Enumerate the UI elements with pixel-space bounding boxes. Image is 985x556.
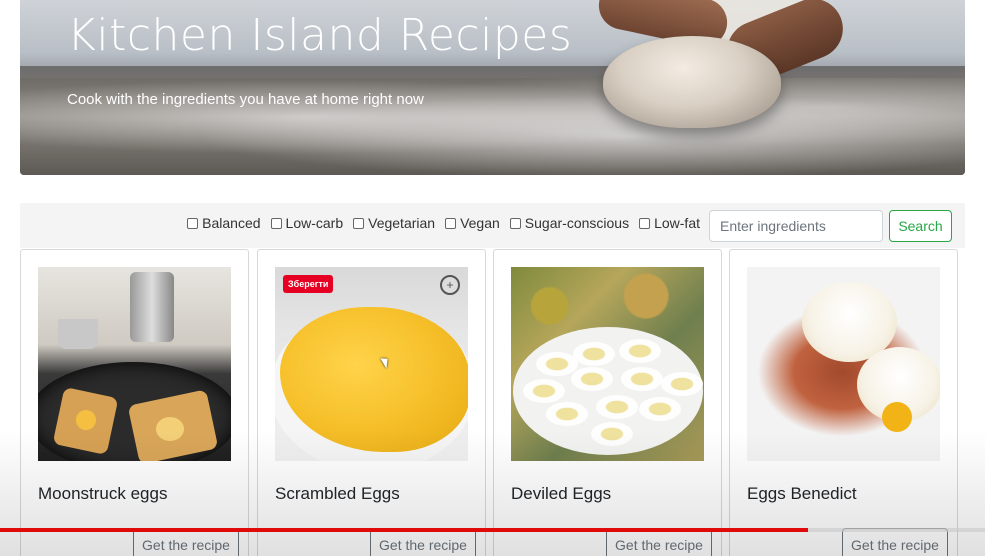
filter-label: Vegetarian (368, 215, 436, 231)
checkbox[interactable] (509, 217, 521, 229)
filter-label: Low-carb (285, 215, 344, 231)
filter-label: Sugar-conscious (524, 215, 630, 231)
filter-sugar-conscious[interactable]: Sugar-conscious (509, 215, 630, 231)
checkbox[interactable] (445, 217, 457, 229)
recipe-image[interactable] (511, 267, 704, 461)
hero-dough (603, 36, 781, 128)
pinterest-save-badge[interactable]: Зберегти (283, 275, 334, 293)
recipe-title: Scrambled Eggs (275, 484, 400, 503)
checkbox[interactable] (187, 217, 199, 229)
get-recipe-button[interactable]: Get the recipe (133, 528, 239, 556)
filter-balanced[interactable]: Balanced (187, 215, 261, 231)
recipe-title: Moonstruck eggs (38, 484, 168, 503)
get-recipe-button[interactable]: Get the recipe (370, 528, 476, 556)
page: { "hero": { "title": "Kitchen Island Rec… (0, 0, 985, 556)
filter-low-carb[interactable]: Low-carb (270, 215, 344, 231)
recipe-title: Deviled Eggs (511, 484, 612, 503)
recipe-card-scrambled-eggs: Зберегти + Scrambled Eggs Get the recipe (257, 249, 486, 556)
hero-title: Kitchen Island Recipes (67, 10, 573, 61)
filter-label: Low-fat (654, 215, 700, 231)
recipe-image[interactable] (747, 267, 940, 461)
video-progress-played (0, 528, 808, 532)
filter-low-fat[interactable]: Low-fat (639, 215, 700, 231)
search-button[interactable]: Search (889, 210, 952, 242)
recipe-image[interactable]: Зберегти + (275, 267, 468, 461)
recipe-image[interactable] (38, 267, 231, 461)
diet-filters: Balanced Low-carb Vegetarian Vegan Sugar… (187, 215, 700, 231)
get-recipe-button[interactable]: Get the recipe (606, 528, 712, 556)
hero-subtitle: Cook with the ingredients you have at ho… (67, 91, 424, 108)
checkbox[interactable] (639, 217, 651, 229)
filter-vegan[interactable]: Vegan (445, 215, 500, 231)
recipe-title: Eggs Benedict (747, 484, 857, 503)
search-toolbar: Balanced Low-carb Vegetarian Vegan Sugar… (20, 203, 965, 248)
checkbox[interactable] (353, 217, 365, 229)
ingredients-input[interactable] (709, 210, 883, 242)
get-recipe-button[interactable]: Get the recipe (842, 528, 948, 556)
filter-label: Vegan (460, 215, 500, 231)
video-progress-bar[interactable] (0, 528, 985, 532)
checkbox[interactable] (270, 217, 282, 229)
filter-label: Balanced (202, 215, 261, 231)
recipe-card-deviled-eggs: Deviled Eggs Get the recipe (493, 249, 722, 556)
zoom-icon[interactable]: + (440, 275, 460, 295)
recipe-card-moonstruck-eggs: Moonstruck eggs Get the recipe (20, 249, 249, 556)
hero-banner: Kitchen Island Recipes Cook with the ing… (20, 0, 965, 175)
recipe-card-eggs-benedict: Eggs Benedict Get the recipe (729, 249, 958, 556)
filter-vegetarian[interactable]: Vegetarian (353, 215, 435, 231)
